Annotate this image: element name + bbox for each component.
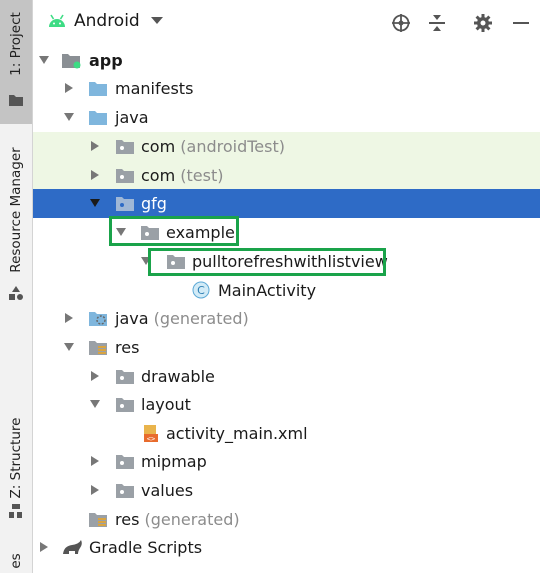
expanded-arrow-icon[interactable] <box>38 54 50 66</box>
layout-xml-icon: <> <box>144 425 158 442</box>
tree-row-res[interactable]: res <box>33 333 540 362</box>
package-icon <box>116 169 134 183</box>
structure-icon <box>9 504 22 518</box>
collapsed-arrow-icon[interactable] <box>89 370 101 382</box>
collapsed-arrow-icon[interactable] <box>89 169 101 181</box>
tree-row-label: pulltorefreshwithlistview <box>192 252 388 271</box>
package-icon <box>116 455 134 469</box>
project-toolbar: Android <box>33 0 540 44</box>
tree-row-label: Gradle Scripts <box>89 538 203 557</box>
tree-row-mipmap[interactable]: mipmap <box>33 447 540 476</box>
tree-row-label: MainActivity <box>218 281 317 300</box>
generated-folder-icon <box>89 312 107 326</box>
settings-button[interactable] <box>472 12 494 34</box>
package-icon <box>167 255 185 269</box>
collapsed-arrow-icon[interactable] <box>63 312 75 324</box>
folder-icon <box>9 95 23 106</box>
project-tab-label: 1: Project <box>8 12 24 76</box>
class-icon: C <box>192 281 210 299</box>
package-icon <box>116 140 134 154</box>
tree-row-manifests[interactable]: manifests <box>33 74 540 103</box>
tree-row-label: java <box>115 108 149 127</box>
expanded-arrow-icon[interactable] <box>89 398 101 410</box>
tree-row-label: manifests <box>115 79 194 98</box>
tree-row-com-test[interactable]: com (test) <box>33 161 540 190</box>
minimize-button[interactable] <box>510 12 532 34</box>
tree-row-label: res <box>115 338 140 357</box>
collapsed-arrow-icon[interactable] <box>89 484 101 496</box>
tree-row-label: example <box>166 223 235 242</box>
tree-row-com-android-test[interactable]: com (androidTest) <box>33 132 540 161</box>
locate-icon <box>392 14 410 32</box>
tree-row-label: values <box>141 481 194 500</box>
collapsed-arrow-icon[interactable] <box>89 455 101 467</box>
package-icon <box>116 370 134 384</box>
package-icon <box>141 226 159 240</box>
tree-row-layout[interactable]: layout <box>33 390 540 419</box>
tree-row-label: res <box>115 510 140 529</box>
project-view-selector[interactable]: Android <box>74 11 140 31</box>
package-icon <box>116 484 134 498</box>
project-tool-tab[interactable]: 1: Project <box>0 0 32 124</box>
expanded-arrow-icon[interactable] <box>63 341 75 353</box>
tree-row-label: activity_main.xml <box>166 424 308 443</box>
tree-row-java-generated[interactable]: java (generated) <box>33 304 540 333</box>
extra-tab-label: es <box>8 553 24 569</box>
tree-row-example[interactable]: example <box>33 218 540 247</box>
tree-row-mainactivity[interactable]: C MainActivity <box>33 276 540 305</box>
resources-folder-icon <box>89 513 107 527</box>
locate-button[interactable] <box>390 12 412 34</box>
tree-row-gfg[interactable]: gfg <box>33 189 540 218</box>
expanded-arrow-icon[interactable] <box>140 255 152 267</box>
tree-row-values[interactable]: values <box>33 476 540 505</box>
tree-row-label: mipmap <box>141 452 207 471</box>
minimize-icon <box>513 22 529 24</box>
android-icon <box>49 14 65 27</box>
package-icon <box>116 398 134 412</box>
resources-icon <box>9 286 23 300</box>
tree-row-label: com <box>141 166 176 185</box>
collapsed-arrow-icon[interactable] <box>89 140 101 152</box>
tree-row-drawable[interactable]: drawable <box>33 362 540 391</box>
package-icon <box>116 197 134 211</box>
tree-row-pulltorefreshwithlistview[interactable]: pulltorefreshwithlistview <box>33 247 540 276</box>
resource-manager-tool-tab[interactable]: Resource Manager <box>0 147 32 310</box>
dropdown-caret-icon[interactable] <box>151 17 163 25</box>
tree-row-res-generated[interactable]: res (generated) <box>33 505 540 534</box>
tree-row-label: drawable <box>141 367 215 386</box>
resource-manager-tab-label: Resource Manager <box>8 147 24 273</box>
tree-row-suffix: (test) <box>180 166 224 185</box>
tree-row-label: java <box>115 309 149 328</box>
collapse-all-button[interactable] <box>426 12 448 34</box>
resources-folder-icon <box>89 341 107 355</box>
folder-icon <box>89 111 107 125</box>
settings-icon <box>474 14 492 32</box>
tree-row-java[interactable]: java <box>33 103 540 132</box>
tool-window-strip: 1: Project Resource Manager Z: Structure… <box>0 0 33 573</box>
expanded-arrow-icon[interactable] <box>115 226 127 238</box>
tree-row-label: com <box>141 137 176 156</box>
collapsed-arrow-icon[interactable] <box>63 82 75 94</box>
expanded-arrow-icon[interactable] <box>89 197 101 209</box>
structure-tool-tab[interactable]: Z: Structure <box>0 410 32 528</box>
tree-row-label: layout <box>141 395 191 414</box>
tree-row-activity-main-xml[interactable]: <> activity_main.xml <box>33 419 540 448</box>
class-letter: C <box>197 284 205 297</box>
gradle-icon <box>63 540 82 554</box>
extra-tool-tab[interactable]: es <box>0 545 32 573</box>
tree-row-suffix: (generated) <box>144 510 240 529</box>
tree-row-app[interactable]: app <box>33 46 540 75</box>
svg-text:<>: <> <box>147 435 155 442</box>
expanded-arrow-icon[interactable] <box>63 111 75 123</box>
structure-tab-label: Z: Structure <box>8 417 24 499</box>
collapse-all-icon <box>429 15 445 31</box>
tree-row-suffix: (androidTest) <box>180 137 285 156</box>
tree-row-gradle-scripts[interactable]: Gradle Scripts <box>33 533 540 562</box>
tree-row-label: gfg <box>141 194 167 213</box>
tree-row-label: app <box>89 51 123 70</box>
app-module-icon <box>62 54 81 69</box>
collapsed-arrow-icon[interactable] <box>38 541 50 553</box>
folder-icon <box>89 82 107 96</box>
tree-row-suffix: (generated) <box>153 309 249 328</box>
